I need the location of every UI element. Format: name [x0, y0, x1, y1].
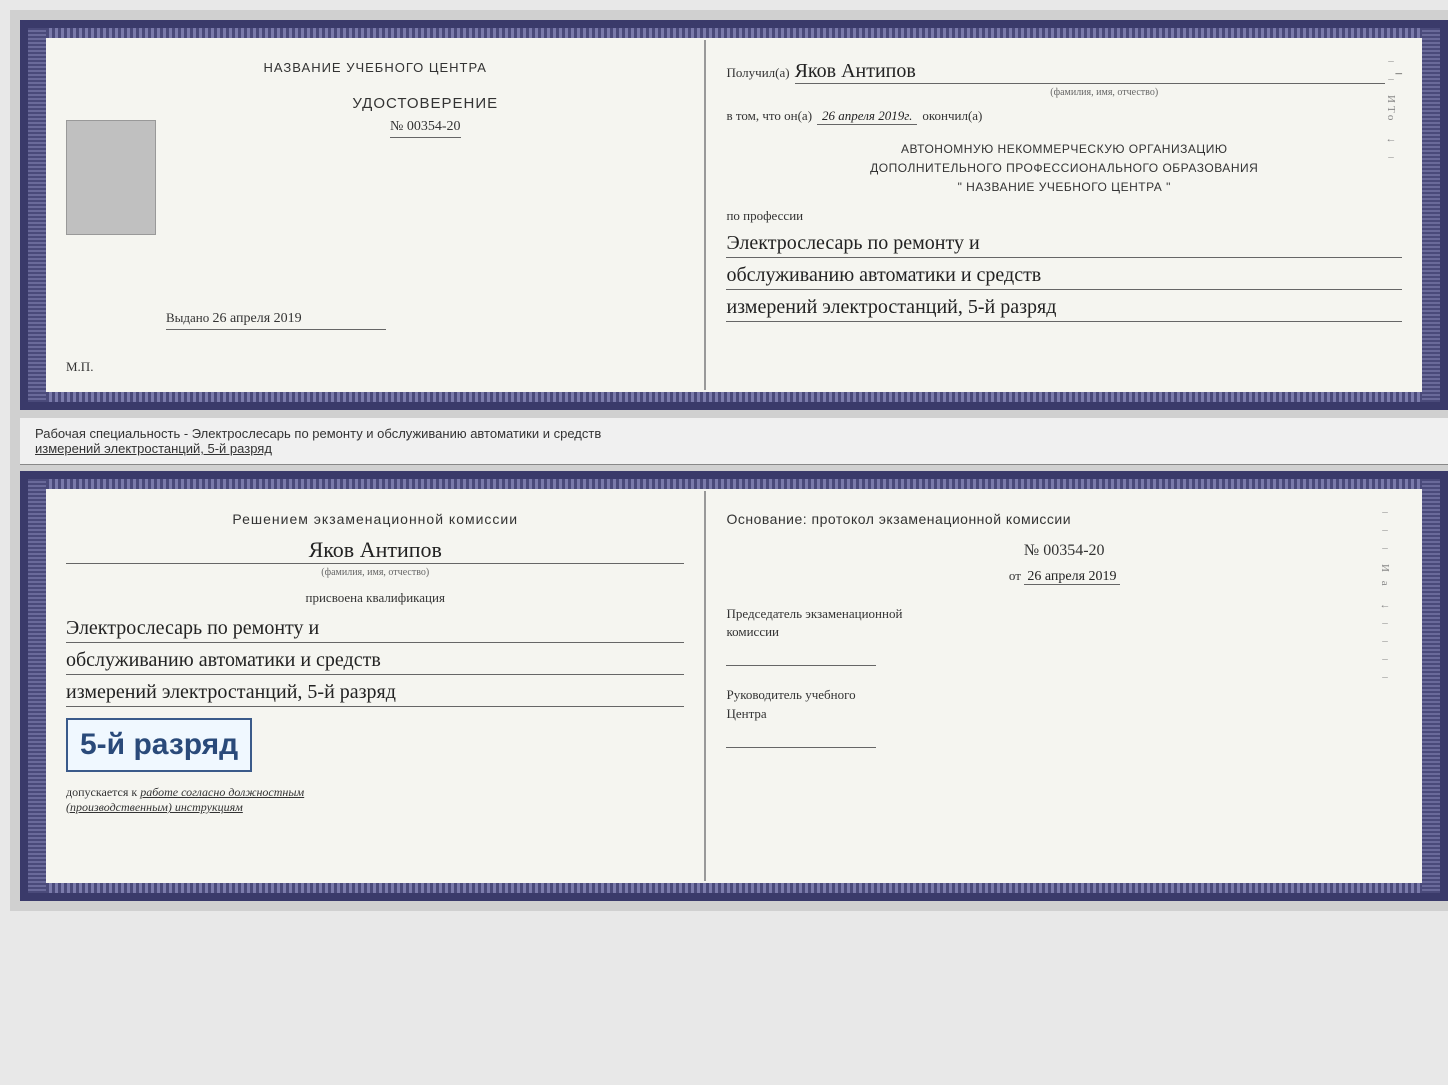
date-preamble: в том, что он(а)	[726, 108, 812, 124]
finished-label: окончил(а)	[922, 108, 982, 124]
qual-line3: измерений электростанций, 5-й разряд	[66, 678, 684, 707]
mp-label: М.П.	[66, 359, 93, 375]
cert-title: УДОСТОВЕРЕНИЕ	[166, 95, 684, 112]
profession-line1: Электрослесарь по ремонту и	[726, 229, 1402, 258]
middle-text-block: Рабочая специальность - Электрослесарь п…	[20, 418, 1448, 465]
allowed-work: работе согласно должностным	[140, 785, 304, 799]
issued-date: 26 апреля 2019	[213, 311, 302, 326]
border-top	[46, 28, 1422, 38]
director-line2: Центра	[726, 706, 766, 721]
ito-vertical-text: ИТо	[1385, 95, 1397, 123]
middle-line2: измерений электростанций, 5-й разряд	[35, 441, 272, 456]
cert-number: № 00354-20	[390, 119, 461, 138]
border-top-bottom	[46, 479, 1422, 489]
doc-inner-top: НАЗВАНИЕ УЧЕБНОГО ЦЕНТРА УДОСТОВЕРЕНИЕ №…	[46, 28, 1422, 402]
allowed-text-block: допускается к работе согласно должностны…	[66, 785, 684, 815]
rank-text: 5-й разряд	[80, 728, 238, 761]
chairman-signature-line	[726, 646, 876, 666]
qualification-label: присвоена квалификация	[66, 590, 684, 606]
director-line1: Руководитель учебного	[726, 687, 855, 702]
top-right-page: – – ИТо ← – Получил(а) Яков Антипов – (ф…	[706, 40, 1422, 390]
border-bottom-bottom	[46, 883, 1422, 893]
fio-label-bottom: (фамилия, имя, отчество)	[66, 567, 684, 578]
date-from-label: от	[1009, 568, 1021, 583]
profession-line2: обслуживанию автоматики и средств	[726, 261, 1402, 290]
allowed-instructions: (производственным) инструкциям	[66, 800, 243, 814]
bottom-person-name: Яков Антипов	[66, 537, 684, 564]
page-wrapper: НАЗВАНИЕ УЧЕБНОГО ЦЕНТРА УДОСТОВЕРЕНИЕ №…	[10, 10, 1448, 911]
bottom-left-page: Решением экзаменационной комиссии Яков А…	[46, 491, 706, 881]
top-certificate: НАЗВАНИЕ УЧЕБНОГО ЦЕНТРА УДОСТОВЕРЕНИЕ №…	[20, 20, 1448, 410]
director-signature-line	[726, 728, 876, 748]
photo-placeholder	[66, 120, 156, 235]
spine-right-bottom	[1422, 479, 1440, 893]
spine-left	[28, 28, 46, 402]
org-block: АВТОНОМНУЮ НЕКОММЕРЧЕСКУЮ ОРГАНИЗАЦИЮ ДО…	[726, 140, 1402, 198]
chairman-block: Председатель экзаменационной комиссии	[726, 605, 1402, 666]
protocol-date: от 26 апреля 2019	[726, 568, 1402, 585]
date-value: 26 апреля 2019г.	[817, 108, 917, 125]
bottom-certificate: Решением экзаменационной комиссии Яков А…	[20, 471, 1448, 901]
middle-line1: Рабочая специальность - Электрослесарь п…	[35, 426, 601, 441]
chairman-line2: комиссии	[726, 624, 779, 639]
date-line: в том, что он(а) 26 апреля 2019г. окончи…	[726, 108, 1402, 125]
org-line2: ДОПОЛНИТЕЛЬНОГО ПРОФЕССИОНАЛЬНОГО ОБРАЗО…	[726, 159, 1402, 178]
recipient-name: Яков Антипов	[795, 60, 1386, 84]
spine-right	[1422, 28, 1440, 402]
qual-line1: Электрослесарь по ремонту и	[66, 614, 684, 643]
date-from-value: 26 апреля 2019	[1024, 569, 1119, 585]
decision-text: Решением экзаменационной комиссии	[66, 511, 684, 527]
protocol-number: № 00354-20	[726, 542, 1402, 560]
received-label: Получил(а)	[726, 65, 789, 81]
profession-line3: измерений электростанций, 5-й разряд	[726, 293, 1402, 322]
director-block: Руководитель учебного Центра	[726, 686, 1402, 747]
doc-inner-bottom: Решением экзаменационной комиссии Яков А…	[46, 479, 1422, 893]
bottom-right-page: – – – И а ← – – – – Основание: протокол …	[706, 491, 1422, 881]
issued-label: Выдано	[166, 310, 209, 325]
doc-content-bottom: Решением экзаменационной комиссии Яков А…	[46, 491, 1422, 881]
chairman-title: Председатель экзаменационной комиссии	[726, 605, 1402, 641]
allowed-prefix: допускается к	[66, 785, 137, 799]
left-top-title: НАЗВАНИЕ УЧЕБНОГО ЦЕНТРА	[264, 60, 487, 75]
spine-left-bottom	[28, 479, 46, 893]
fio-label-top: (фамилия, имя, отчество)	[726, 87, 1402, 98]
org-line3: " НАЗВАНИЕ УЧЕБНОГО ЦЕНТРА "	[726, 178, 1402, 197]
director-title: Руководитель учебного Центра	[726, 686, 1402, 722]
basis-text: Основание: протокол экзаменационной коми…	[726, 511, 1402, 527]
profession-label: по профессии	[726, 208, 1402, 224]
top-left-page: НАЗВАНИЕ УЧЕБНОГО ЦЕНТРА УДОСТОВЕРЕНИЕ №…	[46, 40, 706, 390]
org-line1: АВТОНОМНУЮ НЕКОММЕРЧЕСКУЮ ОРГАНИЗАЦИЮ	[726, 140, 1402, 159]
ito-vertical-text-bottom: И а	[1379, 564, 1391, 589]
rank-badge: 5-й разряд	[66, 718, 252, 772]
qual-line2: обслуживанию автоматики и средств	[66, 646, 684, 675]
chairman-line1: Председатель экзаменационной	[726, 606, 902, 621]
doc-content-top: НАЗВАНИЕ УЧЕБНОГО ЦЕНТРА УДОСТОВЕРЕНИЕ №…	[46, 40, 1422, 390]
recipient-line: Получил(а) Яков Антипов –	[726, 60, 1402, 84]
border-bottom	[46, 392, 1422, 402]
